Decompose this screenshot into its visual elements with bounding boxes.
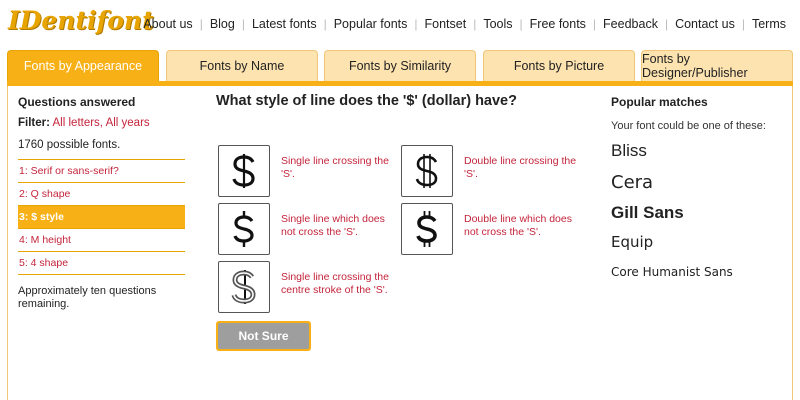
question-item-dollar-style[interactable]: 3: $ style: [18, 206, 185, 229]
nav-contact-us[interactable]: Contact us: [668, 17, 742, 31]
tab-fonts-by-name[interactable]: Fonts by Name: [166, 50, 318, 81]
nav-tools[interactable]: Tools: [476, 17, 519, 31]
possible-fonts-count: 1760 possible fonts.: [18, 139, 121, 151]
font-match-core-humanist-sans[interactable]: Core Humanist Sans: [611, 265, 791, 279]
font-match-bliss[interactable]: Bliss: [611, 141, 791, 161]
tab-fonts-by-designer-publisher[interactable]: Fonts by Designer/Publisher: [641, 50, 793, 81]
top-navigation: About us | Blog | Latest fonts | Popular fo…: [136, 17, 793, 31]
tab-fonts-by-similarity[interactable]: Fonts by Similarity: [324, 50, 476, 81]
question-item-q-shape[interactable]: 2: Q shape: [18, 183, 185, 206]
question-title: What style of line does the '$' (dollar)…: [216, 93, 517, 109]
popular-matches-panel: Popular matches Your font could be one o…: [611, 95, 791, 279]
choice-label[interactable]: Single line crossing the centre stroke o…: [281, 271, 396, 296]
nav-about-us[interactable]: About us: [136, 17, 199, 31]
questions-remaining: Approximately ten questions remaining.: [18, 285, 157, 310]
filter-value-link[interactable]: All letters, All years: [53, 117, 150, 129]
nav-free-fonts[interactable]: Free fonts: [523, 17, 593, 31]
tab-fonts-by-appearance[interactable]: Fonts by Appearance: [7, 50, 159, 81]
nav-terms[interactable]: Terms: [745, 17, 793, 31]
font-match-gill-sans[interactable]: Gill Sans: [611, 203, 791, 223]
nav-latest-fonts[interactable]: Latest fonts: [245, 17, 324, 31]
font-match-cera[interactable]: Cera: [611, 172, 791, 193]
filter-label: Filter:: [18, 117, 50, 129]
choice-label[interactable]: Double line which does not cross the 'S'…: [464, 213, 579, 238]
questions-answered-heading: Questions answered: [18, 95, 136, 109]
font-match-equip[interactable]: Equip: [611, 233, 791, 251]
nav-blog[interactable]: Blog: [203, 17, 242, 31]
tab-fonts-by-picture[interactable]: Fonts by Picture: [483, 50, 635, 81]
choice-single-crossing[interactable]: Single line crossing the 'S'.: [218, 145, 396, 197]
popular-matches-heading: Popular matches: [611, 95, 708, 109]
nav-fontset[interactable]: Fontset: [418, 17, 474, 31]
nav-popular-fonts[interactable]: Popular fonts: [327, 17, 415, 31]
choice-single-not-crossing[interactable]: Single line which does not cross the 'S'…: [218, 203, 396, 255]
popular-matches-subtitle: Your font could be one of these:: [611, 120, 766, 132]
question-item-serif[interactable]: 1: Serif or sans-serif?: [18, 160, 185, 183]
choice-single-centre-stroke[interactable]: Single line crossing the centre stroke o…: [218, 261, 396, 313]
choice-label[interactable]: Double line crossing the 'S'.: [464, 155, 579, 180]
nav-feedback[interactable]: Feedback: [596, 17, 665, 31]
choice-label[interactable]: Single line which does not cross the 'S'…: [281, 213, 396, 238]
not-sure-button[interactable]: Not Sure: [216, 321, 311, 351]
choice-label[interactable]: Single line crossing the 'S'.: [281, 155, 396, 180]
choice-double-not-crossing[interactable]: Double line which does not cross the 'S'…: [401, 203, 579, 255]
choice-double-crossing[interactable]: Double line crossing the 'S'.: [401, 145, 579, 197]
question-item-m-height[interactable]: 4: M height: [18, 229, 185, 252]
not-sure-label[interactable]: Not Sure: [218, 323, 309, 349]
dollar-double-crossing-icon[interactable]: [401, 145, 453, 197]
dollar-single-crossing-icon[interactable]: [218, 145, 270, 197]
question-list: 1: Serif or sans-serif? 2: Q shape 3: $ …: [18, 159, 185, 275]
dollar-centre-stroke-icon[interactable]: [218, 261, 270, 313]
dollar-single-not-crossing-icon[interactable]: [218, 203, 270, 255]
filter-line: Filter: All letters, All years: [18, 117, 185, 129]
question-item-4-shape[interactable]: 5: 4 shape: [18, 252, 185, 275]
tab-bar: Fonts by Appearance Fonts by Name Fonts …: [7, 50, 793, 81]
questions-sidebar: Questions answered Filter: All letters, …: [18, 95, 185, 311]
site-logo[interactable]: IDentifont: [8, 6, 154, 35]
dollar-double-not-crossing-icon[interactable]: [401, 203, 453, 255]
